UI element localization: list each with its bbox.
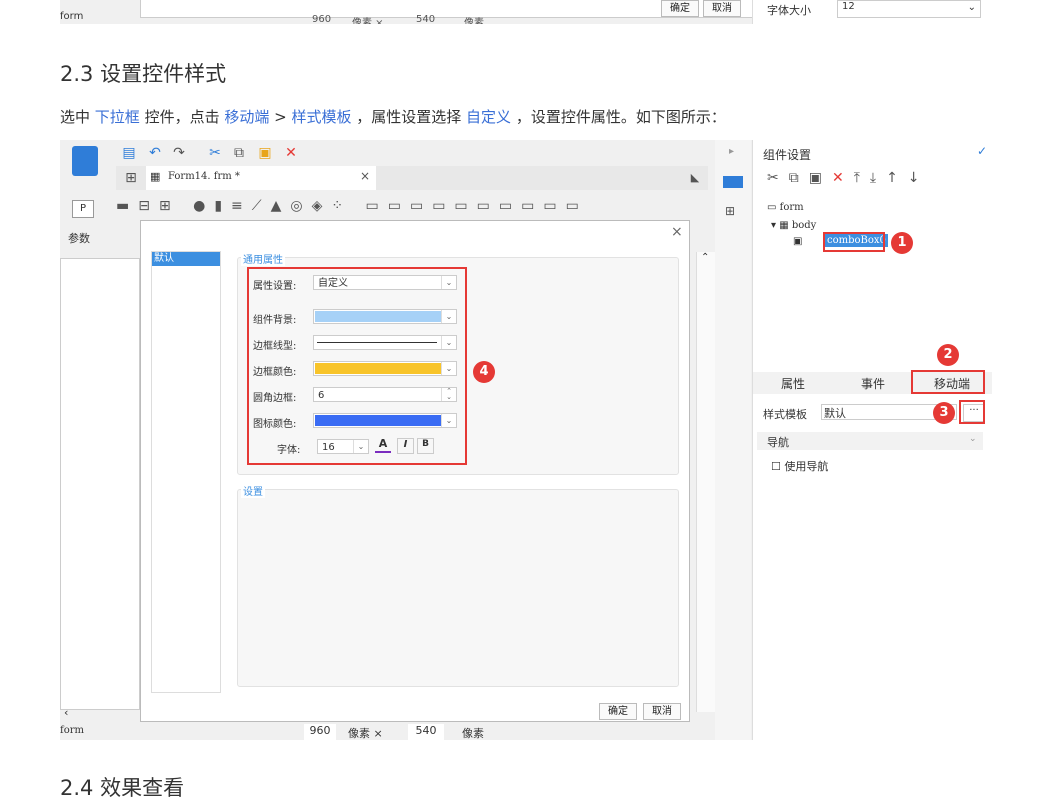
link-text: 样式模板: [291, 108, 352, 126]
unit-label: 像素 ×: [348, 727, 383, 740]
copy-icon[interactable]: ⧉: [230, 144, 248, 162]
unit-label: 像素: [464, 18, 484, 24]
width-value: 960: [312, 14, 332, 24]
delete-icon[interactable]: ✕: [282, 144, 300, 162]
template-list: 默认: [151, 251, 221, 693]
expand-icon[interactable]: ▸: [729, 146, 734, 157]
vertical-scrollbar[interactable]: ⌃ ⌄: [696, 252, 715, 712]
property-panel: 字体大小 12 ⌄: [752, 0, 992, 24]
height-value: 540: [416, 14, 436, 24]
panel-toolbar[interactable]: ✂⧉▣✕⤒⤓↑↓: [767, 170, 930, 186]
tab-bar: ⊞ ▦ Form14. frm * × ◣: [116, 166, 708, 190]
param-icon[interactable]: P: [72, 200, 94, 218]
component-settings-panel: 组件设置 ✓ ✂⧉▣✕⤒⤓↑↓ ▭ form ▾ ▦ body ▣ comboB…: [752, 140, 992, 740]
dialog-bottom: 确定 取消: [140, 0, 772, 18]
tab-events[interactable]: 事件: [833, 375, 913, 392]
designer-screenshot: ▤ ↶ ↷ ✂ ⧉ ▣ ✕ ⊞ ▦ Form14. frm * × ◣ P ▬⊟…: [60, 140, 992, 740]
chevron-up-icon[interactable]: ⌃: [701, 252, 709, 263]
section-heading: 2.3 设置控件样式: [60, 62, 227, 86]
highlight-box: [959, 400, 985, 424]
ok-button[interactable]: 确定: [661, 0, 699, 17]
grid-icon[interactable]: ⊞: [725, 204, 735, 218]
unit-label: 像素: [462, 727, 484, 740]
unit-label: 像素 ×: [352, 18, 384, 24]
widget-settings-icon[interactable]: [723, 176, 743, 188]
highlight-box: [247, 267, 467, 465]
grid-icon[interactable]: ⊞: [122, 169, 140, 187]
tree-form[interactable]: ▭ form: [767, 202, 804, 213]
style-template-label: 样式模板: [763, 408, 807, 421]
template-item-default[interactable]: 默认: [152, 252, 220, 266]
step-badge: 2: [937, 344, 959, 366]
app-logo: [72, 146, 98, 176]
ok-button[interactable]: 确定: [599, 703, 637, 720]
link-text: 自定义: [466, 108, 512, 126]
param-label: 参数: [68, 232, 90, 245]
status-form: form: [60, 11, 84, 22]
chevron-down-icon: ⌄: [969, 434, 977, 444]
highlight-box: [823, 232, 885, 252]
style-template-dialog: × 默认 通用属性 属性设置: 自定义 ⌄ 组件背景: ⌄ 边框线型: ⌄ 边框颜…: [140, 220, 690, 722]
side-strip: ▸ ⊞: [715, 140, 751, 740]
status-form: form: [60, 725, 84, 736]
form-icon: ▦: [150, 170, 161, 183]
cancel-button[interactable]: 取消: [703, 0, 741, 17]
tab-properties[interactable]: 属性: [753, 375, 833, 392]
redo-icon[interactable]: ↷: [170, 144, 188, 162]
combo-icon: ▣: [793, 236, 803, 247]
link-text: 移动端: [224, 108, 270, 126]
nav-section[interactable]: 导航 ⌄: [757, 432, 983, 450]
widget-toolbar[interactable]: ▬⊟⊞ ●▮≡⟋▲◎◈⁘ ▭▭▭▭▭▭▭▭▭▭: [116, 198, 696, 218]
save-icon[interactable]: ▤: [120, 144, 138, 162]
font-size-label: 字体大小: [767, 4, 811, 17]
cut-icon[interactable]: ✂: [206, 144, 224, 162]
previous-screenshot: 确定 取消 form 960 像素 × 540 像素 字体大小 12 ⌄: [60, 0, 992, 24]
collapse-icon[interactable]: ◣: [686, 169, 704, 187]
cancel-button[interactable]: 取消: [643, 703, 681, 720]
step-badge: 4: [473, 361, 495, 383]
undo-icon[interactable]: ↶: [146, 144, 164, 162]
section-heading: 2.4 效果查看: [60, 776, 185, 800]
group-title: 通用属性: [241, 251, 285, 266]
group-title: 设置: [241, 483, 265, 498]
close-icon[interactable]: ×: [360, 169, 370, 183]
use-nav-checkbox[interactable]: ☐ 使用导航: [771, 458, 828, 474]
link-text: 下拉框: [94, 108, 140, 126]
step-badge: 1: [891, 232, 913, 254]
tab-file[interactable]: ▦ Form14. frm * ×: [146, 166, 376, 190]
scroll-left-icon[interactable]: ‹: [64, 706, 68, 719]
close-icon[interactable]: ×: [671, 224, 683, 240]
width-field[interactable]: 960: [304, 724, 336, 740]
settings-group: [237, 489, 679, 687]
step-badge: 3: [933, 402, 955, 424]
chevron-down-icon: ⌄: [967, 2, 976, 13]
height-field[interactable]: 540: [408, 724, 444, 740]
panel-title: 组件设置: [763, 148, 812, 162]
paste-icon[interactable]: ▣: [256, 144, 274, 162]
highlight-box: [911, 370, 985, 394]
instruction-paragraph: 选中 下拉框 控件，点击 移动端 > 样式模板 ，属性设置选择 自定义 ，设置控…: [60, 108, 726, 126]
pin-icon[interactable]: ✓: [977, 144, 987, 158]
font-size-select[interactable]: 12 ⌄: [837, 0, 981, 18]
tree-body[interactable]: ▾ ▦ body: [771, 220, 816, 231]
design-canvas[interactable]: [60, 258, 140, 710]
